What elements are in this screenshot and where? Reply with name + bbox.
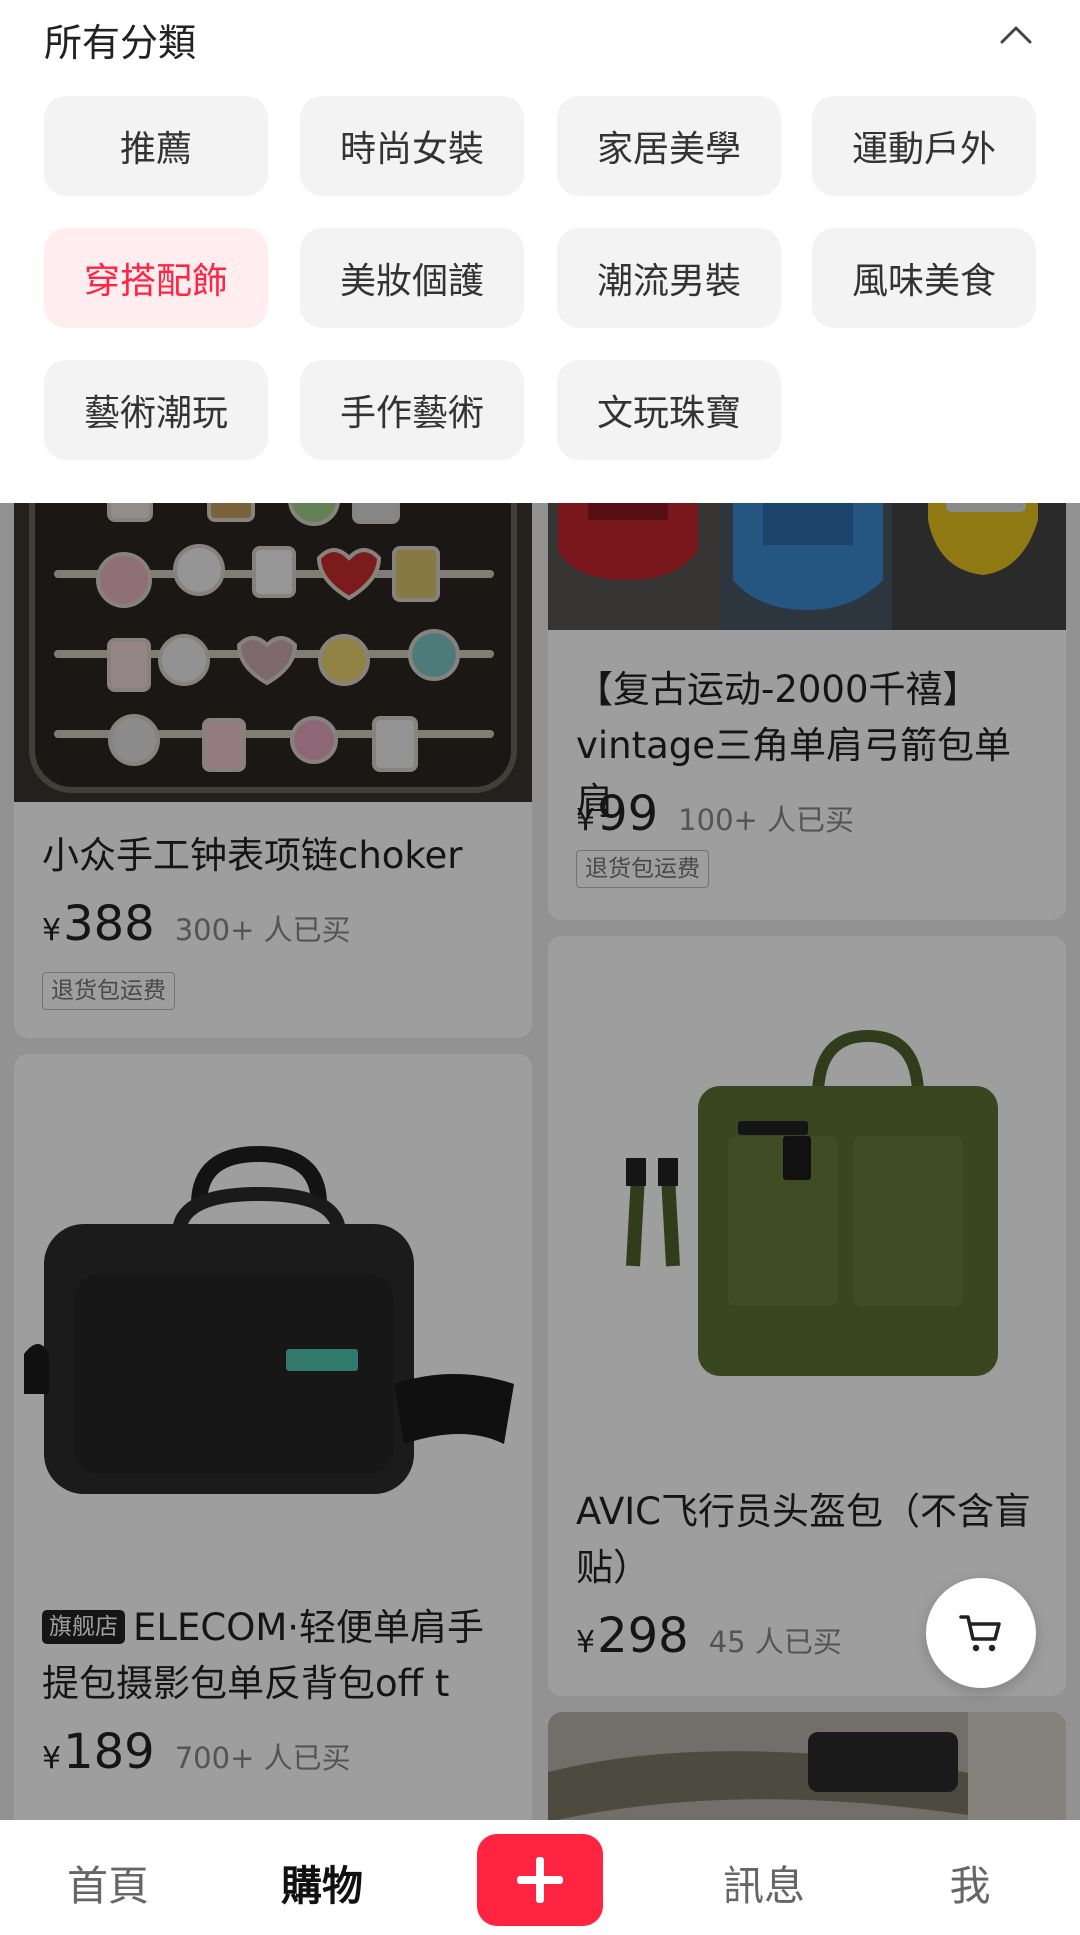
category-chip-food[interactable]: 風味美食	[812, 228, 1036, 328]
category-chip-art-toys[interactable]: 藝術潮玩	[44, 360, 268, 460]
category-chip-beauty[interactable]: 美妝個護	[300, 228, 524, 328]
category-chip-handcraft[interactable]: 手作藝術	[300, 360, 524, 460]
bottom-nav: 首頁 購物 訊息 我	[0, 1820, 1080, 1935]
nav-home[interactable]: 首頁	[50, 1852, 166, 1912]
cart-icon	[959, 1615, 1001, 1652]
category-chip-recommend[interactable]: 推薦	[44, 96, 268, 196]
category-panel: 所有分類 推薦 時尚女裝 家居美學 運動戶外 穿搭配飾 美妝個護 潮流男裝 風味…	[0, 0, 1080, 503]
category-chip-outdoor[interactable]: 運動戶外	[812, 96, 1036, 196]
category-chip-jewelry[interactable]: 文玩珠寶	[557, 360, 781, 460]
nav-me[interactable]: 我	[920, 1852, 1020, 1912]
category-chip-accessories[interactable]: 穿搭配飾	[44, 228, 268, 328]
nav-messages[interactable]: 訊息	[704, 1852, 824, 1912]
chevron-up-icon[interactable]	[994, 14, 1038, 58]
category-chip-home[interactable]: 家居美學	[557, 96, 781, 196]
cart-button[interactable]	[926, 1578, 1036, 1688]
category-chip-mens-fashion[interactable]: 潮流男裝	[557, 228, 781, 328]
panel-title: 所有分類	[44, 21, 197, 65]
plus-icon[interactable]	[477, 1834, 603, 1926]
category-chip-womens-fashion[interactable]: 時尚女裝	[300, 96, 524, 196]
nav-shop[interactable]: 購物	[262, 1852, 382, 1912]
